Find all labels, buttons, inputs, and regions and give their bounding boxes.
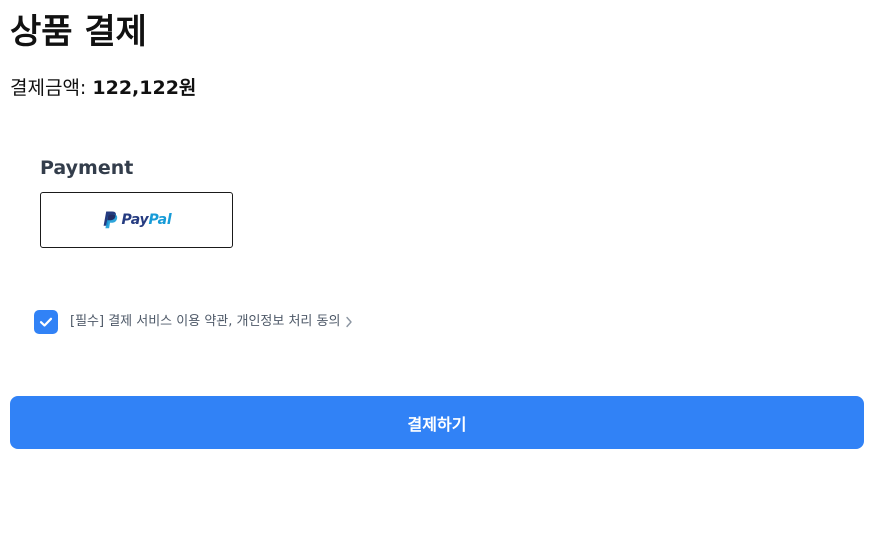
paypal-word-pay: Pay (121, 212, 149, 228)
chevron-right-icon[interactable] (345, 316, 353, 328)
amount-row: 결제금액: 122,122원 (10, 74, 196, 102)
check-icon (39, 317, 53, 327)
paypal-wordmark: PayPal (122, 212, 172, 228)
paypal-word-pal: Pal (148, 212, 172, 228)
amount-label: 결제금액: (10, 77, 93, 99)
agreement-row: [필수] 결제 서비스 이용 약관, 개인정보 처리 동의 (34, 309, 353, 335)
agreement-checkbox[interactable] (34, 310, 58, 334)
agreement-text[interactable]: [필수] 결제 서비스 이용 약관, 개인정보 처리 동의 (70, 310, 340, 334)
payment-heading: Payment (40, 157, 134, 179)
page-title: 상품 결제 (10, 12, 147, 52)
checkout-page: 상품 결제 결제금액: 122,122원 Payment PayPal [필수]… (0, 0, 890, 533)
pay-button[interactable]: 결제하기 (10, 396, 864, 449)
paypal-icon (103, 211, 117, 229)
paypal-logo: PayPal (102, 211, 172, 229)
amount-value: 122,122원 (92, 77, 197, 99)
paypal-payment-option[interactable]: PayPal (40, 192, 233, 248)
